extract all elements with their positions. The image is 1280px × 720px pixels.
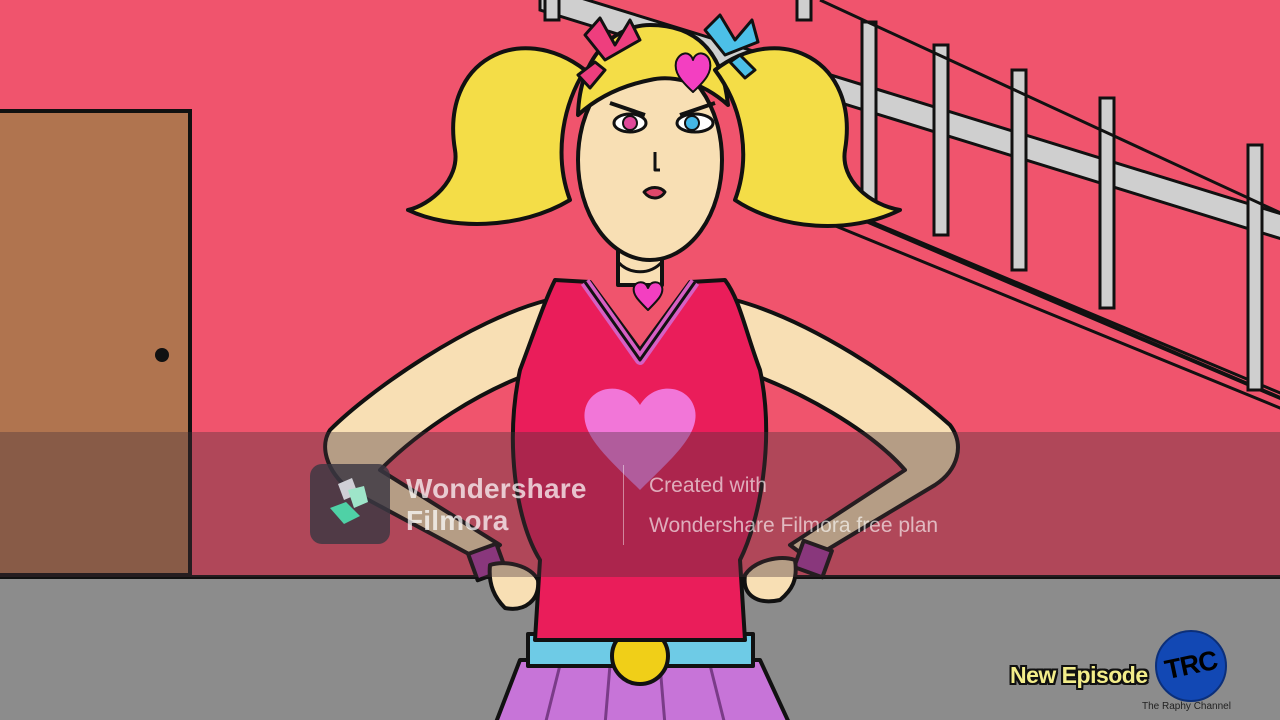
channel-logo-text: TRC [1162, 644, 1220, 686]
watermark-divider [623, 465, 624, 545]
watermark-created-line-1: Created with [649, 474, 767, 497]
watermark-created-line-2: Wondershare Filmora free plan [649, 514, 939, 537]
video-frame: Wondershare Filmora Created with Wonders… [0, 0, 1280, 720]
watermark-band [0, 432, 1280, 577]
watermark-brand-line-2: Filmora [406, 505, 509, 536]
new-episode-label: New Episode [1010, 662, 1148, 688]
watermark-brand-line-1: Wondershare [406, 473, 587, 504]
door-knob [155, 348, 169, 362]
filmora-logo-icon [310, 464, 390, 544]
cartoon-scene [0, 0, 1280, 720]
channel-name: The Raphy Channel [1142, 701, 1231, 712]
channel-logo-icon: TRC [1155, 630, 1227, 702]
